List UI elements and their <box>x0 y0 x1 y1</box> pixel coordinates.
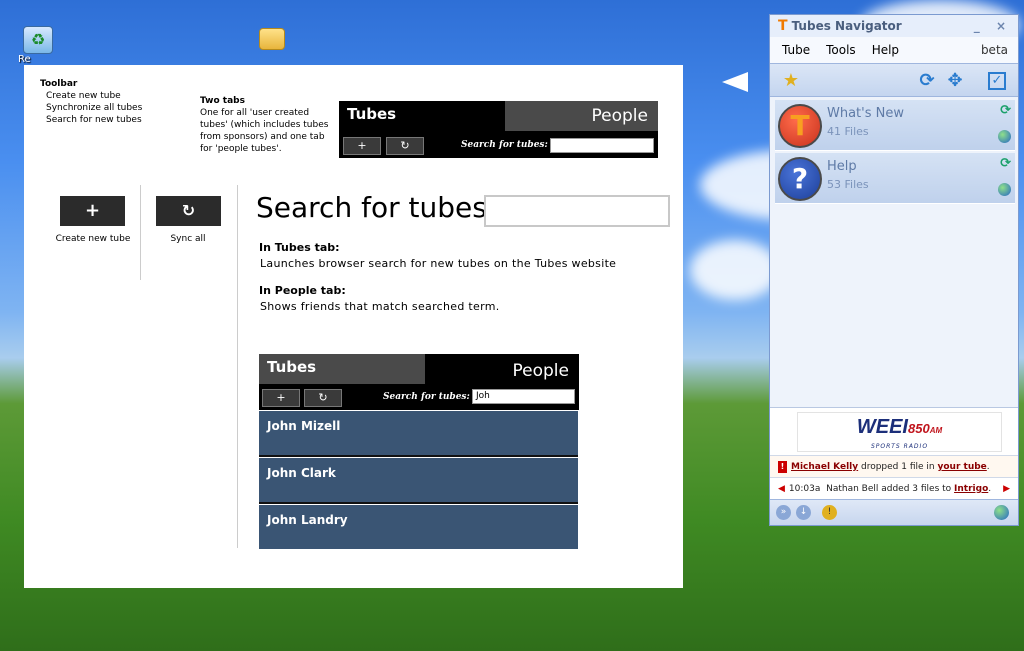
sync-icon[interactable]: ✥ <box>944 70 966 92</box>
sync-all-label: Sync all <box>170 234 206 244</box>
beta-label: beta <box>980 43 1008 57</box>
activity-ticker: ◀ 10:03a Nathan Bell added 3 files to Int… <box>770 477 1018 499</box>
cloud <box>690 240 780 300</box>
tube-file-count: 53 Files <box>827 178 869 191</box>
activity-notice: ! Michael Kelly dropped 1 file in your tu… <box>770 455 1018 477</box>
ad-tagline: SPORTS RADIO <box>870 443 929 450</box>
ad-area: WEEI850AM SPORTS RADIO <box>770 407 1018 455</box>
desktop-icon-label: Re <box>18 54 31 65</box>
sync-icon[interactable]: ⟳ <box>1000 103 1011 118</box>
left-arrow-icon <box>722 72 748 92</box>
people-tab-text: Shows friends that match searched term. <box>260 300 500 313</box>
sync-button[interactable]: ↻ <box>304 389 342 407</box>
globe-icon[interactable] <box>994 505 1009 520</box>
user-link[interactable]: Michael Kelly <box>791 462 858 472</box>
ad-brand: WEEI <box>856 416 908 438</box>
pin-icon[interactable]: ↓ <box>796 505 811 520</box>
toolbar-note-line: Create new tube <box>46 91 121 101</box>
tabs-note: Two tabs One for all 'user created tubes… <box>200 95 328 155</box>
toolbar-note-line: Synchronize all tubes <box>46 103 143 113</box>
tube-file-count: 41 Files <box>827 125 869 138</box>
mockup-panel-bottom: Tubes People + ↻ Search for tubes: Joh <box>259 354 579 410</box>
ad-banner[interactable]: WEEI850AM SPORTS RADIO <box>797 412 1002 452</box>
window-title: Tubes Navigator <box>791 19 902 33</box>
refresh-icon[interactable]: ⟳ <box>916 70 938 92</box>
create-new-tube-label: Create new tube <box>55 234 131 244</box>
tab-tubes[interactable]: Tubes <box>339 101 505 131</box>
tab-people[interactable]: People <box>505 101 658 131</box>
create-tube-button[interactable]: + <box>262 389 300 407</box>
tube-link[interactable]: your tube <box>937 462 986 472</box>
tube-link[interactable]: Intrigo <box>954 484 988 494</box>
search-heading: Search for tubes <box>256 191 487 224</box>
notice-end: . <box>986 462 990 472</box>
tubes-navigator-window: T Tubes Navigator _ × Tube Tools Help be… <box>769 14 1019 526</box>
ticker-text: Nathan Bell added 3 files to <box>826 484 955 494</box>
tubes-tab-heading: In Tubes tab: <box>259 241 340 254</box>
checkbox-icon[interactable]: ✓ <box>988 72 1006 90</box>
globe-icon[interactable] <box>998 130 1011 143</box>
search-input[interactable]: Joh <box>472 389 575 404</box>
prev-arrow-icon[interactable]: ◀ <box>778 484 785 494</box>
people-tab-heading: In People tab: <box>259 284 346 297</box>
tube-logo-icon: T <box>778 104 822 148</box>
create-new-tube-button[interactable]: + <box>60 196 125 226</box>
alert-icon: ! <box>778 461 787 473</box>
toolbar-note-line: Search for new tubes <box>46 115 142 125</box>
forward-icon[interactable]: » <box>776 505 791 520</box>
tabs-note-line: for 'people tubes'. <box>200 144 282 154</box>
navigator-footer: » ↓ ! <box>770 499 1018 525</box>
search-input[interactable] <box>550 138 654 153</box>
create-tube-button[interactable]: + <box>343 137 381 155</box>
toolbar-note-heading: Toolbar <box>40 79 78 89</box>
search-label: Search for tubes: <box>461 140 548 150</box>
menu-tools[interactable]: Tools <box>826 43 856 57</box>
folder-icon <box>259 28 285 50</box>
ticker-time: 10:03a <box>788 484 821 494</box>
divider <box>237 185 238 548</box>
mockup-panel-top: Tubes People + ↻ Search for tubes: <box>339 101 658 158</box>
search-label: Search for tubes: <box>383 392 470 402</box>
result-row[interactable]: John Clark <box>259 458 578 504</box>
recycle-bin-desktop-icon[interactable]: ♻ Re <box>18 26 58 65</box>
star-icon[interactable]: ★ <box>780 70 802 92</box>
tabs-note-line: tubes' (which includes tubes <box>200 120 329 130</box>
divider <box>140 185 141 280</box>
result-row[interactable]: John Landry <box>259 505 578 549</box>
tube-name: Help <box>827 159 857 174</box>
sync-button[interactable]: ↻ <box>386 137 424 155</box>
navigator-toolbar: ★ ⟳ ✥ ✓ <box>770 63 1018 97</box>
title-bar[interactable]: T Tubes Navigator _ × <box>770 15 1018 37</box>
tube-item-whats-new[interactable]: T What's New 41 Files ⟳ <box>775 100 1015 151</box>
menu-tube[interactable]: Tube <box>782 43 810 57</box>
globe-icon[interactable] <box>998 183 1011 196</box>
recycle-bin-icon: ♻ <box>23 26 53 54</box>
ad-frequency: 850 <box>907 421 930 436</box>
menu-help[interactable]: Help <box>872 43 899 57</box>
sync-all-button[interactable]: ↻ <box>156 196 221 226</box>
tube-name: What's New <box>827 106 904 121</box>
search-field[interactable] <box>484 195 670 227</box>
sync-icon[interactable]: ⟳ <box>1000 156 1011 171</box>
tab-tubes[interactable]: Tubes <box>259 354 425 384</box>
menu-bar: Tube Tools Help beta <box>770 37 1018 63</box>
toolbar-note: Toolbar Create new tube Synchronize all … <box>40 78 142 126</box>
tabs-note-line: from sponsors) and one tab <box>200 132 325 142</box>
tubes-logo-icon: T <box>778 18 788 34</box>
result-row[interactable]: John Mizell <box>259 411 578 457</box>
folder-desktop-icon[interactable] <box>252 28 292 50</box>
tube-item-help[interactable]: ? Help 53 Files ⟳ <box>775 153 1015 204</box>
ad-unit: AM <box>929 426 943 435</box>
window-controls[interactable]: _ × <box>974 19 1012 33</box>
tab-people[interactable]: People <box>425 354 579 384</box>
help-icon: ? <box>778 157 822 201</box>
tubes-tab-text: Launches browser search for new tubes on… <box>260 257 617 270</box>
tabs-note-heading: Two tabs <box>200 96 245 106</box>
notice-end: . <box>988 484 992 494</box>
alert-icon[interactable]: ! <box>822 505 837 520</box>
tabs-note-line: One for all 'user created <box>200 108 310 118</box>
notice-text: dropped 1 file in <box>858 462 938 472</box>
next-arrow-icon[interactable]: ▶ <box>1003 478 1010 500</box>
